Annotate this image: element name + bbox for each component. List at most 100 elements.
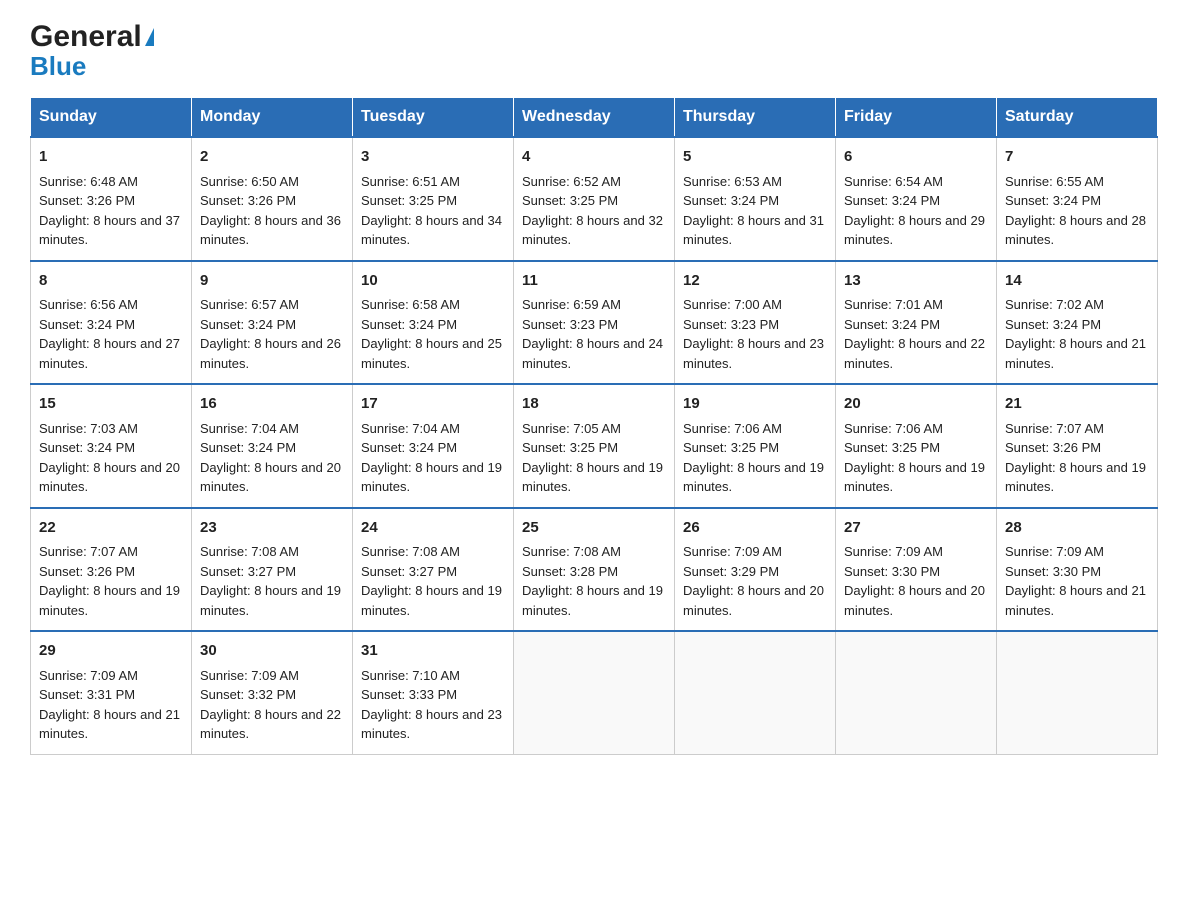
calendar-cell: 2 Sunrise: 6:50 AMSunset: 3:26 PMDayligh… [192, 137, 353, 261]
col-header-sunday: Sunday [31, 98, 192, 138]
calendar-cell: 19 Sunrise: 7:06 AMSunset: 3:25 PMDaylig… [675, 384, 836, 508]
day-number: 13 [844, 270, 988, 293]
day-number: 26 [683, 517, 827, 540]
day-number: 15 [39, 393, 183, 416]
day-number: 24 [361, 517, 505, 540]
day-info: Sunrise: 6:55 AMSunset: 3:24 PMDaylight:… [1005, 174, 1146, 248]
day-info: Sunrise: 7:09 AMSunset: 3:30 PMDaylight:… [1005, 544, 1146, 618]
calendar-cell: 8 Sunrise: 6:56 AMSunset: 3:24 PMDayligh… [31, 261, 192, 385]
calendar-table: SundayMondayTuesdayWednesdayThursdayFrid… [30, 97, 1158, 755]
col-header-thursday: Thursday [675, 98, 836, 138]
day-info: Sunrise: 7:04 AMSunset: 3:24 PMDaylight:… [200, 421, 341, 495]
calendar-cell: 9 Sunrise: 6:57 AMSunset: 3:24 PMDayligh… [192, 261, 353, 385]
calendar-cell: 20 Sunrise: 7:06 AMSunset: 3:25 PMDaylig… [836, 384, 997, 508]
day-number: 25 [522, 517, 666, 540]
day-info: Sunrise: 7:09 AMSunset: 3:30 PMDaylight:… [844, 544, 985, 618]
day-number: 17 [361, 393, 505, 416]
logo-triangle-icon [145, 28, 154, 46]
day-number: 7 [1005, 146, 1149, 169]
day-info: Sunrise: 6:48 AMSunset: 3:26 PMDaylight:… [39, 174, 180, 248]
logo-blue-text: Blue [30, 53, 86, 79]
calendar-cell: 18 Sunrise: 7:05 AMSunset: 3:25 PMDaylig… [514, 384, 675, 508]
calendar-cell: 1 Sunrise: 6:48 AMSunset: 3:26 PMDayligh… [31, 137, 192, 261]
day-info: Sunrise: 6:56 AMSunset: 3:24 PMDaylight:… [39, 297, 180, 371]
day-info: Sunrise: 7:04 AMSunset: 3:24 PMDaylight:… [361, 421, 502, 495]
day-info: Sunrise: 7:01 AMSunset: 3:24 PMDaylight:… [844, 297, 985, 371]
calendar-cell: 25 Sunrise: 7:08 AMSunset: 3:28 PMDaylig… [514, 508, 675, 632]
day-info: Sunrise: 6:53 AMSunset: 3:24 PMDaylight:… [683, 174, 824, 248]
col-header-tuesday: Tuesday [353, 98, 514, 138]
calendar-cell [675, 631, 836, 754]
calendar-cell: 31 Sunrise: 7:10 AMSunset: 3:33 PMDaylig… [353, 631, 514, 754]
calendar-cell: 7 Sunrise: 6:55 AMSunset: 3:24 PMDayligh… [997, 137, 1158, 261]
day-info: Sunrise: 7:06 AMSunset: 3:25 PMDaylight:… [683, 421, 824, 495]
col-header-friday: Friday [836, 98, 997, 138]
day-info: Sunrise: 7:10 AMSunset: 3:33 PMDaylight:… [361, 668, 502, 742]
calendar-cell: 4 Sunrise: 6:52 AMSunset: 3:25 PMDayligh… [514, 137, 675, 261]
day-info: Sunrise: 6:59 AMSunset: 3:23 PMDaylight:… [522, 297, 663, 371]
day-info: Sunrise: 7:03 AMSunset: 3:24 PMDaylight:… [39, 421, 180, 495]
calendar-cell: 14 Sunrise: 7:02 AMSunset: 3:24 PMDaylig… [997, 261, 1158, 385]
calendar-cell: 5 Sunrise: 6:53 AMSunset: 3:24 PMDayligh… [675, 137, 836, 261]
logo: General Blue [30, 20, 154, 79]
day-info: Sunrise: 7:06 AMSunset: 3:25 PMDaylight:… [844, 421, 985, 495]
day-info: Sunrise: 6:58 AMSunset: 3:24 PMDaylight:… [361, 297, 502, 371]
calendar-cell: 22 Sunrise: 7:07 AMSunset: 3:26 PMDaylig… [31, 508, 192, 632]
day-info: Sunrise: 7:08 AMSunset: 3:27 PMDaylight:… [361, 544, 502, 618]
calendar-week-row: 29 Sunrise: 7:09 AMSunset: 3:31 PMDaylig… [31, 631, 1158, 754]
day-number: 27 [844, 517, 988, 540]
calendar-cell: 30 Sunrise: 7:09 AMSunset: 3:32 PMDaylig… [192, 631, 353, 754]
day-info: Sunrise: 6:52 AMSunset: 3:25 PMDaylight:… [522, 174, 663, 248]
day-info: Sunrise: 7:09 AMSunset: 3:32 PMDaylight:… [200, 668, 341, 742]
calendar-cell: 21 Sunrise: 7:07 AMSunset: 3:26 PMDaylig… [997, 384, 1158, 508]
calendar-cell: 24 Sunrise: 7:08 AMSunset: 3:27 PMDaylig… [353, 508, 514, 632]
calendar-cell: 15 Sunrise: 7:03 AMSunset: 3:24 PMDaylig… [31, 384, 192, 508]
day-number: 2 [200, 146, 344, 169]
day-info: Sunrise: 7:08 AMSunset: 3:28 PMDaylight:… [522, 544, 663, 618]
calendar-cell: 28 Sunrise: 7:09 AMSunset: 3:30 PMDaylig… [997, 508, 1158, 632]
calendar-cell: 16 Sunrise: 7:04 AMSunset: 3:24 PMDaylig… [192, 384, 353, 508]
calendar-cell [514, 631, 675, 754]
day-info: Sunrise: 7:00 AMSunset: 3:23 PMDaylight:… [683, 297, 824, 371]
day-number: 29 [39, 640, 183, 663]
calendar-cell: 13 Sunrise: 7:01 AMSunset: 3:24 PMDaylig… [836, 261, 997, 385]
day-info: Sunrise: 6:51 AMSunset: 3:25 PMDaylight:… [361, 174, 502, 248]
calendar-week-row: 15 Sunrise: 7:03 AMSunset: 3:24 PMDaylig… [31, 384, 1158, 508]
day-number: 4 [522, 146, 666, 169]
day-number: 9 [200, 270, 344, 293]
day-info: Sunrise: 7:07 AMSunset: 3:26 PMDaylight:… [39, 544, 180, 618]
day-number: 19 [683, 393, 827, 416]
day-number: 23 [200, 517, 344, 540]
day-number: 31 [361, 640, 505, 663]
day-number: 30 [200, 640, 344, 663]
day-number: 21 [1005, 393, 1149, 416]
day-number: 22 [39, 517, 183, 540]
day-number: 1 [39, 146, 183, 169]
day-number: 5 [683, 146, 827, 169]
calendar-cell: 12 Sunrise: 7:00 AMSunset: 3:23 PMDaylig… [675, 261, 836, 385]
calendar-header-row: SundayMondayTuesdayWednesdayThursdayFrid… [31, 98, 1158, 138]
calendar-cell: 11 Sunrise: 6:59 AMSunset: 3:23 PMDaylig… [514, 261, 675, 385]
calendar-week-row: 1 Sunrise: 6:48 AMSunset: 3:26 PMDayligh… [31, 137, 1158, 261]
day-info: Sunrise: 7:09 AMSunset: 3:31 PMDaylight:… [39, 668, 180, 742]
calendar-cell: 10 Sunrise: 6:58 AMSunset: 3:24 PMDaylig… [353, 261, 514, 385]
day-info: Sunrise: 7:02 AMSunset: 3:24 PMDaylight:… [1005, 297, 1146, 371]
day-number: 16 [200, 393, 344, 416]
day-info: Sunrise: 6:57 AMSunset: 3:24 PMDaylight:… [200, 297, 341, 371]
calendar-cell: 27 Sunrise: 7:09 AMSunset: 3:30 PMDaylig… [836, 508, 997, 632]
calendar-week-row: 8 Sunrise: 6:56 AMSunset: 3:24 PMDayligh… [31, 261, 1158, 385]
day-number: 3 [361, 146, 505, 169]
day-info: Sunrise: 7:09 AMSunset: 3:29 PMDaylight:… [683, 544, 824, 618]
calendar-cell: 3 Sunrise: 6:51 AMSunset: 3:25 PMDayligh… [353, 137, 514, 261]
col-header-monday: Monday [192, 98, 353, 138]
day-number: 28 [1005, 517, 1149, 540]
calendar-cell: 6 Sunrise: 6:54 AMSunset: 3:24 PMDayligh… [836, 137, 997, 261]
calendar-cell: 29 Sunrise: 7:09 AMSunset: 3:31 PMDaylig… [31, 631, 192, 754]
day-info: Sunrise: 7:05 AMSunset: 3:25 PMDaylight:… [522, 421, 663, 495]
day-info: Sunrise: 6:50 AMSunset: 3:26 PMDaylight:… [200, 174, 341, 248]
col-header-saturday: Saturday [997, 98, 1158, 138]
day-number: 11 [522, 270, 666, 293]
day-number: 6 [844, 146, 988, 169]
day-number: 10 [361, 270, 505, 293]
calendar-cell: 17 Sunrise: 7:04 AMSunset: 3:24 PMDaylig… [353, 384, 514, 508]
